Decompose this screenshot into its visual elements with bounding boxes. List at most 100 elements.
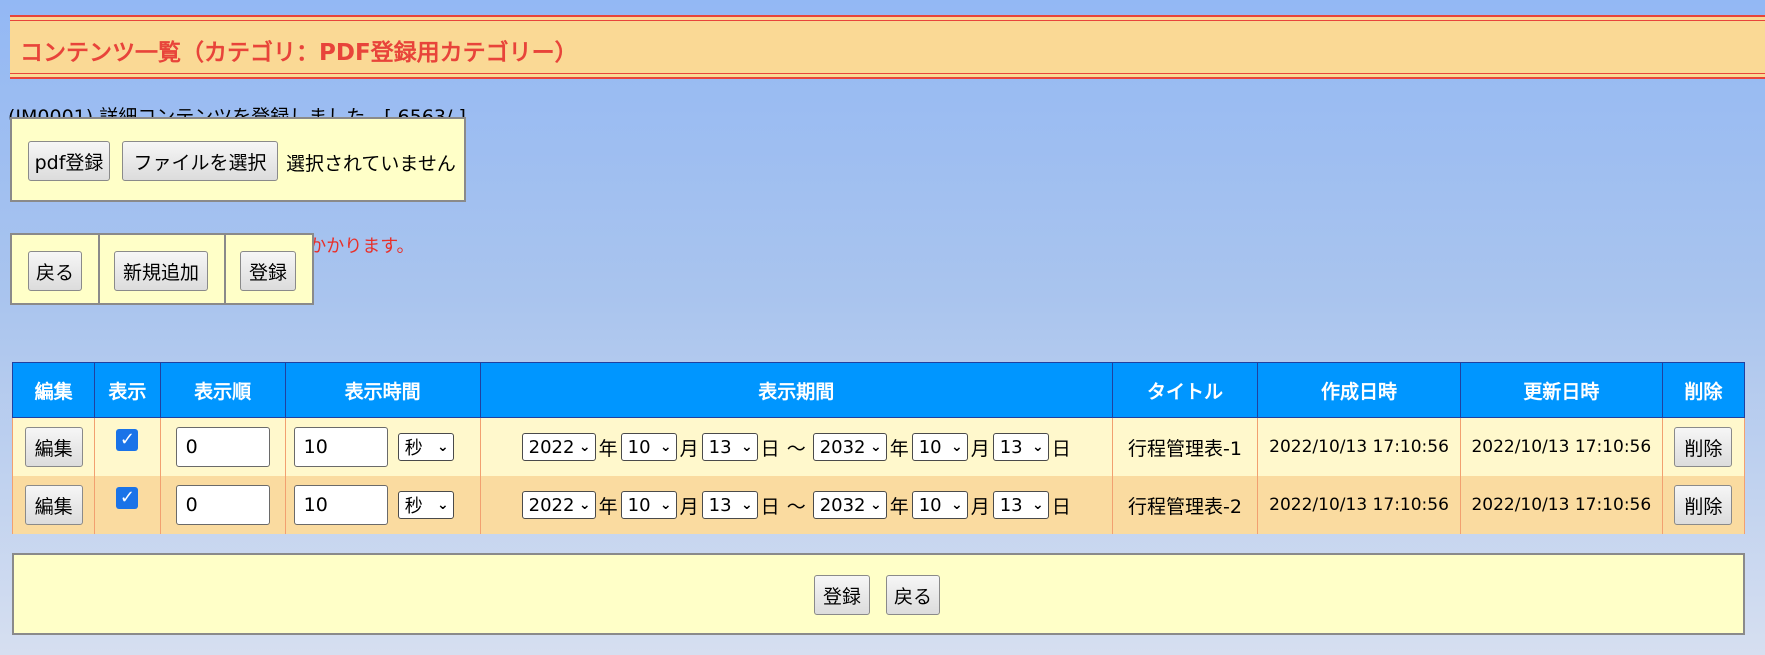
chevron-down-icon: ⌄ <box>1032 439 1044 455</box>
end-month-select[interactable]: 10 ⌄ <box>911 433 968 461</box>
toolbar-divider <box>224 235 226 303</box>
range-tilde: 〜 <box>786 437 806 460</box>
end-day-value: 13 <box>999 436 1023 458</box>
end-month-select[interactable]: 10 ⌄ <box>911 491 968 519</box>
edit-button[interactable]: 編集 <box>24 485 83 525</box>
day-label: 日 <box>1051 495 1071 518</box>
column-header-delete: 削除 <box>1661 362 1746 418</box>
chevron-down-icon: ⌄ <box>740 497 753 513</box>
page-title: コンテンツ一覧（カテゴリ：PDF登録用カテゴリー） <box>20 40 578 66</box>
title-cell: 行程管理表-2 <box>1111 476 1259 534</box>
table-row: 編集 ✓ 0 10 秒 ⌄ 2022 ⌄ 年 10 ⌄ 月 13 ⌄ 日 〜 2032 ⌄… <box>11 417 1746 476</box>
end-day-select[interactable]: 13 ⌄ <box>992 491 1049 519</box>
day-label: 日 <box>1051 437 1071 460</box>
column-header-visible: 表示 <box>94 362 161 418</box>
page-header: コンテンツ一覧（カテゴリ：PDF登録用カテゴリー） <box>10 15 1765 79</box>
chevron-down-icon: ⌄ <box>869 439 882 455</box>
end-year-value: 2032 <box>819 436 866 458</box>
updated-cell: 2022/10/13 17:10:56 <box>1459 417 1663 476</box>
pdf-register-button[interactable]: pdf登録 <box>28 141 110 181</box>
end-year-select[interactable]: 2032 ⌄ <box>812 433 887 461</box>
column-header-period: 表示期間 <box>479 362 1113 418</box>
created-cell: 2022/10/13 17:10:56 <box>1257 417 1461 476</box>
delete-button[interactable]: 削除 <box>1674 427 1733 467</box>
start-day-select[interactable]: 13 ⌄ <box>701 491 758 519</box>
end-month-value: 10 <box>918 436 942 458</box>
start-year-select[interactable]: 2022 ⌄ <box>521 491 596 519</box>
start-day-select[interactable]: 13 ⌄ <box>701 433 758 461</box>
start-month-select[interactable]: 10 ⌄ <box>620 491 677 519</box>
column-header-title: タイトル <box>1111 362 1259 418</box>
choose-file-button[interactable]: ファイルを選択 <box>122 141 278 181</box>
range-tilde: 〜 <box>786 495 806 518</box>
start-year-value: 2022 <box>528 494 575 516</box>
upload-panel: pdf登録 ファイルを選択 選択されていません <box>10 117 466 202</box>
chevron-down-icon: ⌄ <box>659 497 672 513</box>
day-label: 日 <box>760 495 780 518</box>
start-month-select[interactable]: 10 ⌄ <box>620 433 677 461</box>
chevron-down-icon: ⌄ <box>436 497 449 513</box>
start-day-value: 13 <box>708 436 732 458</box>
register-button[interactable]: 登録 <box>240 251 296 291</box>
chevron-down-icon: ⌄ <box>659 439 672 455</box>
start-month-value: 10 <box>627 494 651 516</box>
add-new-button[interactable]: 新規追加 <box>114 251 208 291</box>
chevron-down-icon: ⌄ <box>950 497 963 513</box>
start-year-value: 2022 <box>528 436 575 458</box>
chevron-down-icon: ⌄ <box>1032 497 1044 513</box>
table-header-row: 編集 表示 表示順 表示時間 表示期間 タイトル 作成日時 更新日時 削除 <box>11 362 1746 418</box>
start-year-select[interactable]: 2022 ⌄ <box>521 433 596 461</box>
back-button[interactable]: 戻る <box>28 251 82 291</box>
year-label: 年 <box>598 495 618 518</box>
visible-checkbox[interactable]: ✓ <box>116 429 139 451</box>
column-header-created: 作成日時 <box>1257 362 1461 418</box>
time-unit-select[interactable]: 秒 ⌄ <box>397 491 454 519</box>
title-cell: 行程管理表-1 <box>1111 417 1259 476</box>
year-label: 年 <box>598 437 618 460</box>
chevron-down-icon: ⌄ <box>436 439 449 455</box>
column-header-updated: 更新日時 <box>1459 362 1663 418</box>
time-unit-value: 秒 <box>404 496 423 517</box>
month-label: 月 <box>679 437 699 460</box>
footer-register-button[interactable]: 登録 <box>814 575 870 615</box>
month-label: 月 <box>679 495 699 518</box>
footer-panel: 登録 戻る <box>12 553 1745 635</box>
year-label: 年 <box>889 495 909 518</box>
updated-cell: 2022/10/13 17:10:56 <box>1459 476 1663 534</box>
edit-button[interactable]: 編集 <box>24 427 83 467</box>
end-month-value: 10 <box>918 494 942 516</box>
month-label: 月 <box>970 495 990 518</box>
delete-button[interactable]: 削除 <box>1674 485 1733 525</box>
chevron-down-icon: ⌄ <box>578 497 591 513</box>
time-input[interactable]: 10 <box>293 427 388 467</box>
column-header-order: 表示順 <box>159 362 286 418</box>
visible-checkbox[interactable]: ✓ <box>116 487 139 509</box>
order-input[interactable]: 0 <box>175 427 270 467</box>
chevron-down-icon: ⌄ <box>578 439 591 455</box>
month-label: 月 <box>970 437 990 460</box>
chevron-down-icon: ⌄ <box>869 497 882 513</box>
day-label: 日 <box>760 437 780 460</box>
toolbar-panel: 戻る 新規追加 登録 <box>10 233 314 305</box>
year-label: 年 <box>889 437 909 460</box>
file-status-text: 選択されていません <box>286 153 456 175</box>
chevron-down-icon: ⌄ <box>950 439 963 455</box>
created-cell: 2022/10/13 17:10:56 <box>1257 476 1461 534</box>
order-input[interactable]: 0 <box>175 485 270 525</box>
table-row: 編集 ✓ 0 10 秒 ⌄ 2022 ⌄ 年 10 ⌄ 月 13 ⌄ 日 〜 2032 ⌄… <box>11 476 1746 534</box>
period-selector: 2022 ⌄ 年 10 ⌄ 月 13 ⌄ 日 〜 2032 ⌄ 年 10 ⌄ 月 13 ⌄ … <box>481 491 1112 519</box>
end-year-value: 2032 <box>819 494 866 516</box>
footer-back-button[interactable]: 戻る <box>886 575 940 615</box>
content-table: 編集 表示 表示順 表示時間 表示期間 タイトル 作成日時 更新日時 削除 編集… <box>11 362 1746 534</box>
end-year-select[interactable]: 2032 ⌄ <box>812 491 887 519</box>
time-input[interactable]: 10 <box>293 485 388 525</box>
chevron-down-icon: ⌄ <box>740 439 753 455</box>
period-selector: 2022 ⌄ 年 10 ⌄ 月 13 ⌄ 日 〜 2032 ⌄ 年 10 ⌄ 月 13 ⌄ … <box>481 433 1112 461</box>
end-day-value: 13 <box>999 494 1023 516</box>
time-unit-select[interactable]: 秒 ⌄ <box>397 433 454 461</box>
column-header-time: 表示時間 <box>284 362 481 418</box>
column-header-edit: 編集 <box>11 362 96 418</box>
time-unit-value: 秒 <box>404 438 423 459</box>
start-month-value: 10 <box>627 436 651 458</box>
end-day-select[interactable]: 13 ⌄ <box>992 433 1049 461</box>
